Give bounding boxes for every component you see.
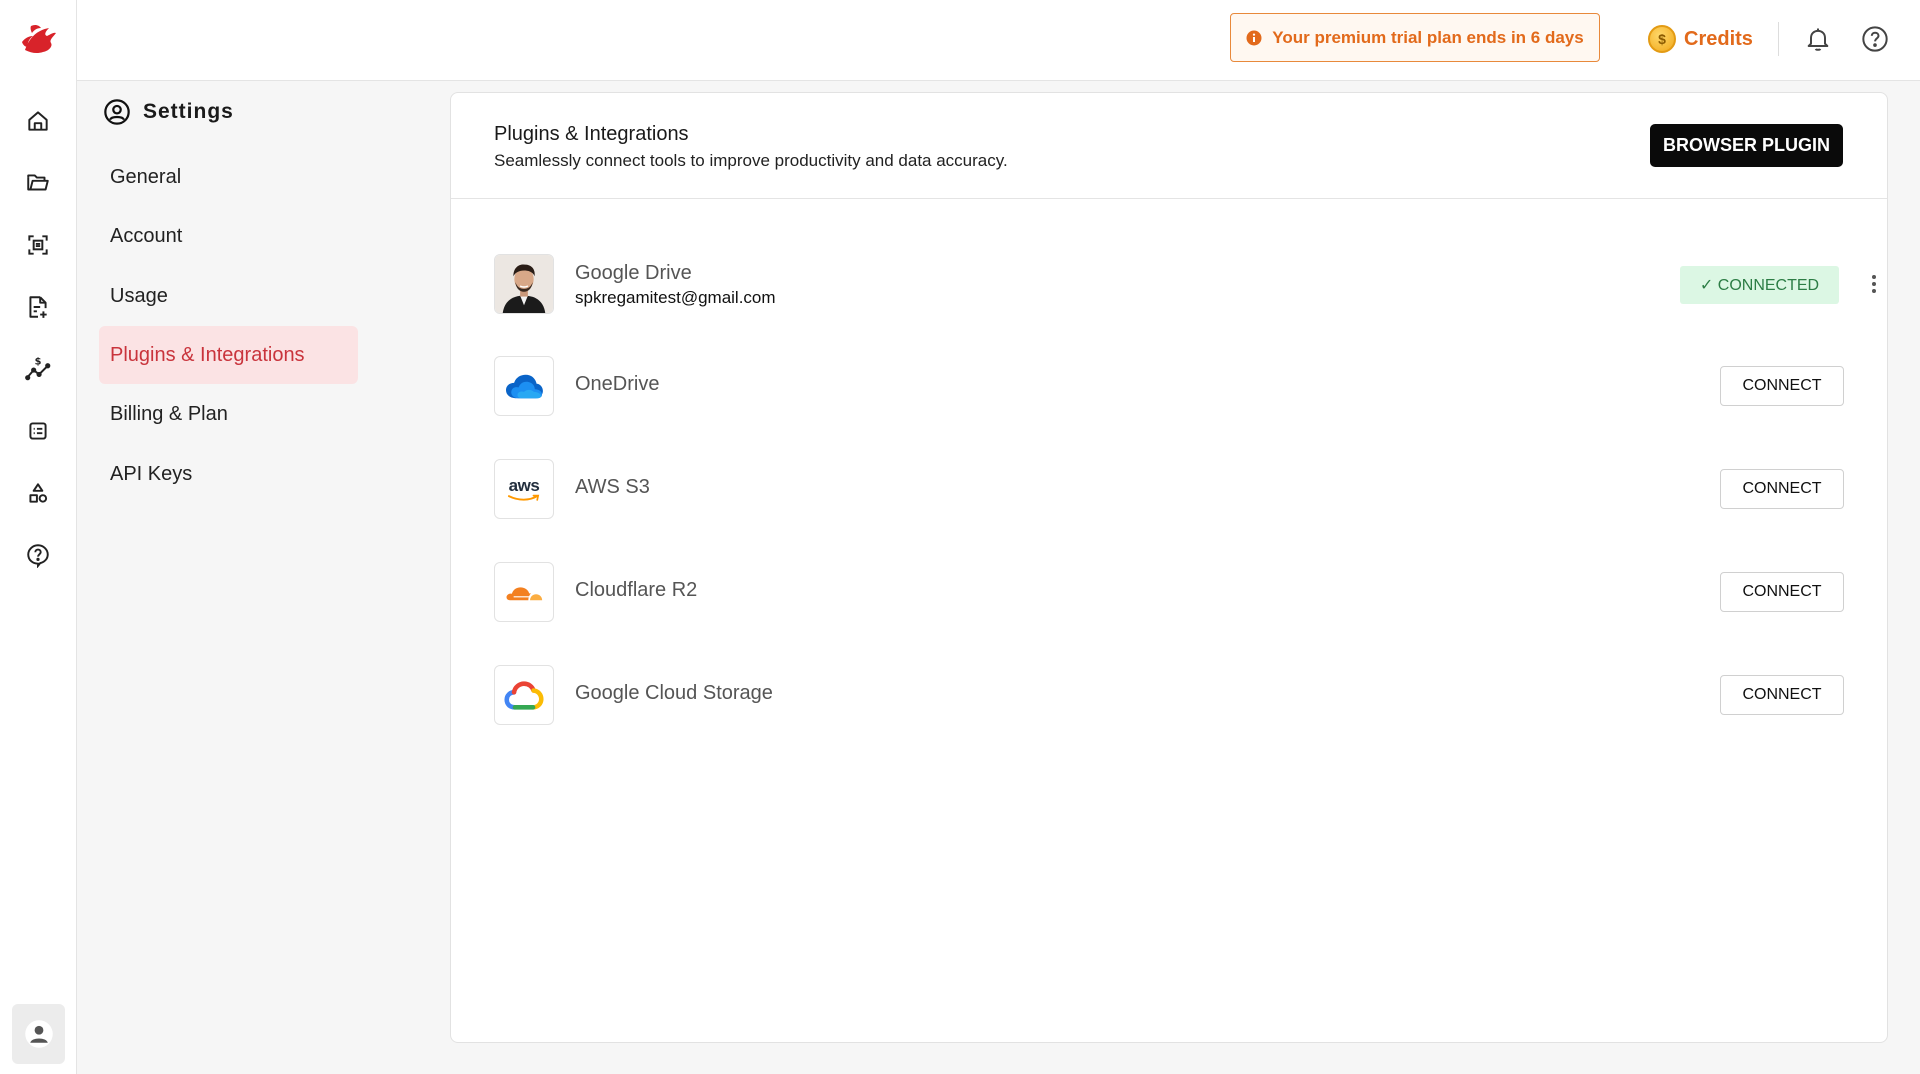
nav-item-billing-plan[interactable]: Billing & Plan (99, 385, 358, 443)
browser-plugin-button[interactable]: BROWSER PLUGIN (1650, 124, 1843, 167)
integration-name: Google Cloud Storage (575, 682, 773, 704)
integration-name: Cloudflare R2 (575, 579, 698, 601)
trial-banner[interactable]: Your premium trial plan ends in 6 days (1230, 13, 1600, 62)
trial-text: Your premium trial plan ends in 6 days (1272, 27, 1584, 47)
connect-cloudflare-r2-button[interactable]: CONNECT (1720, 572, 1844, 612)
credits-button[interactable]: $ Credits (1648, 22, 1753, 56)
google-cloud-logo-icon (494, 665, 554, 725)
page-subtitle: Seamlessly connect tools to improve prod… (494, 151, 1008, 170)
nav-item-account[interactable]: Account (99, 207, 358, 265)
onedrive-logo-icon (494, 356, 554, 416)
coin-icon: $ (1648, 25, 1676, 53)
top-bar: Your premium trial plan ends in 6 days $… (77, 0, 1920, 81)
aws-logo-icon: aws (494, 459, 554, 519)
shapes-icon[interactable] (22, 477, 54, 509)
connect-aws-s3-button[interactable]: CONNECT (1720, 469, 1844, 509)
integration-row-google-drive: Google Drive spkregamitest@gmail.com ✓ C… (494, 254, 1876, 314)
credits-label: Credits (1684, 27, 1753, 50)
aws-logo-text: aws (508, 475, 540, 495)
cloudflare-logo-icon (494, 562, 554, 622)
nav-item-usage[interactable]: Usage (99, 267, 358, 325)
document-add-icon[interactable] (22, 291, 54, 323)
home-icon[interactable] (22, 105, 54, 137)
integration-row-cloudflare-r2: Cloudflare R2 CONNECT (494, 562, 1844, 622)
bell-icon[interactable] (1801, 22, 1835, 56)
top-divider (1778, 22, 1779, 56)
user-circle-icon (104, 99, 130, 125)
svg-text:$: $ (35, 357, 42, 368)
integration-name: OneDrive (575, 373, 660, 395)
integration-row-google-cloud-storage: Google Cloud Storage CONNECT (494, 665, 1844, 725)
user-avatar[interactable] (12, 1004, 65, 1064)
help-icon[interactable] (22, 539, 54, 571)
user-icon (24, 1020, 53, 1048)
integration-row-onedrive: OneDrive CONNECT (494, 356, 1844, 416)
google-drive-account-avatar (494, 254, 554, 314)
help-circle-icon[interactable] (1858, 22, 1892, 56)
pricing-chart-icon[interactable]: $ (22, 353, 54, 385)
settings-header: Settings (103, 95, 234, 129)
connect-onedrive-button[interactable]: CONNECT (1720, 366, 1844, 406)
nav-item-plugins-integrations[interactable]: Plugins & Integrations (99, 326, 358, 384)
folder-icon[interactable] (22, 167, 54, 199)
integrations-card: Plugins & Integrations Seamlessly connec… (450, 92, 1888, 1043)
aws-smile-icon (507, 494, 540, 501)
app-logo-icon[interactable] (19, 20, 59, 58)
info-icon (1246, 30, 1262, 45)
integration-row-aws-s3: aws AWS S3 CONNECT (494, 459, 1844, 519)
settings-title: Settings (143, 100, 234, 123)
card-header: Plugins & Integrations Seamlessly connec… (451, 93, 1887, 199)
integration-name: Google Drive (575, 262, 692, 284)
more-options-icon[interactable] (1864, 270, 1884, 298)
connect-google-cloud-storage-button[interactable]: CONNECT (1720, 675, 1844, 715)
left-rail: $ (0, 0, 77, 1074)
integration-name: AWS S3 (575, 476, 650, 498)
connected-email: spkregamitest@gmail.com (575, 288, 776, 307)
nav-item-api-keys[interactable]: API Keys (99, 445, 358, 503)
scan-icon[interactable] (22, 229, 54, 261)
checklist-icon[interactable] (22, 415, 54, 447)
nav-item-general[interactable]: General (99, 148, 358, 206)
connected-status-badge: ✓ CONNECTED (1680, 266, 1839, 304)
page-title: Plugins & Integrations (494, 123, 689, 145)
